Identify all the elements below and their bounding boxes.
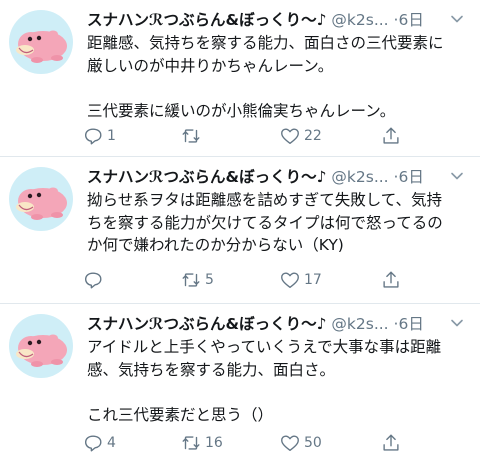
action-bar: 1 22 (82, 124, 412, 148)
chevron-down-icon[interactable] (450, 12, 464, 26)
reply-icon (84, 128, 102, 145)
share-icon (383, 271, 399, 288)
reply-button[interactable]: 1 (82, 124, 116, 148)
tweet-header: スナハンℛつぶらん&ぼっくり〜♪ @k2s... ·6日 (87, 165, 447, 189)
reply-count: 4 (107, 435, 116, 451)
heart-icon (281, 435, 299, 452)
tweet[interactable]: スナハンℛつぶらん&ぼっくり〜♪ @k2s... ·6日 距離感、気持ちを察する… (0, 0, 480, 156)
retweet-icon (182, 273, 200, 287)
like-button[interactable]: 17 (279, 268, 322, 292)
chevron-down-icon[interactable] (450, 169, 464, 183)
share-button[interactable] (380, 268, 402, 292)
user-handle[interactable]: @k2s... (331, 315, 388, 333)
user-handle[interactable]: @k2s... (331, 11, 388, 29)
retweet-button[interactable] (180, 124, 205, 148)
tweet-text: アイドルと上手くやっていくうえで大事な事は距離 感、気持ちを察する能力、面白さ。… (87, 338, 442, 424)
like-count: 22 (304, 128, 322, 144)
avatar[interactable] (9, 314, 73, 378)
avatar[interactable] (9, 167, 73, 231)
retweet-button[interactable]: 5 (180, 268, 214, 292)
heart-icon (281, 128, 299, 145)
user-handle[interactable]: @k2s... (331, 168, 388, 186)
slowpoke-avatar-icon (16, 334, 67, 367)
action-bar: 4 16 50 (82, 431, 412, 455)
chevron-down-icon[interactable] (450, 316, 464, 330)
tweet-text: 距離感、気持ちを察する能力、面白さの三代要素に 厳しいのが中井りかちゃんレーン。… (87, 34, 444, 120)
heart-icon (281, 272, 299, 289)
reply-count: 1 (107, 128, 116, 144)
tweet-header: スナハンℛつぶらん&ぼっくり〜♪ @k2s... ·6日 (87, 312, 447, 336)
like-button[interactable]: 22 (279, 124, 322, 148)
timestamp[interactable]: 6日 (398, 168, 423, 186)
like-count: 17 (304, 272, 322, 288)
timestamp[interactable]: 6日 (398, 315, 423, 333)
tweet[interactable]: スナハンℛつぶらん&ぼっくり〜♪ @k2s... ·6日 アイドルと上手くやって… (0, 304, 480, 467)
tweet-header: スナハンℛつぶらん&ぼっくり〜♪ @k2s... ·6日 (87, 8, 447, 32)
share-button[interactable] (380, 431, 402, 455)
slowpoke-avatar-icon (16, 30, 67, 63)
retweet-icon (182, 129, 200, 143)
avatar[interactable] (9, 10, 73, 74)
action-bar: 5 17 (82, 268, 412, 292)
share-icon (383, 434, 399, 451)
tweet[interactable]: スナハンℛつぶらん&ぼっくり〜♪ @k2s... ·6日 拗らせ系ヲタは距離感を… (0, 157, 480, 303)
display-name[interactable]: スナハンℛつぶらん&ぼっくり〜♪ (87, 315, 326, 333)
share-button[interactable] (380, 124, 402, 148)
like-count: 50 (304, 435, 322, 451)
timeline: スナハンℛつぶらん&ぼっくり〜♪ @k2s... ·6日 距離感、気持ちを察する… (0, 0, 480, 467)
tweet-text: 拗らせ系ヲタは距離感を詰めすぎて失敗して、気持 ちを察する能力が欠けてるタイプは… (87, 191, 443, 254)
reply-icon (84, 272, 102, 289)
reply-icon (84, 435, 102, 452)
reply-button[interactable] (82, 268, 107, 292)
share-icon (383, 127, 399, 144)
like-button[interactable]: 50 (279, 431, 322, 455)
timestamp[interactable]: 6日 (398, 11, 423, 29)
retweet-count: 5 (205, 272, 214, 288)
retweet-count: 16 (205, 435, 223, 451)
display-name[interactable]: スナハンℛつぶらん&ぼっくり〜♪ (87, 168, 326, 186)
display-name[interactable]: スナハンℛつぶらん&ぼっくり〜♪ (87, 11, 326, 29)
slowpoke-avatar-icon (16, 187, 67, 220)
retweet-button[interactable]: 16 (180, 431, 223, 455)
reply-button[interactable]: 4 (82, 431, 116, 455)
retweet-icon (182, 436, 200, 450)
